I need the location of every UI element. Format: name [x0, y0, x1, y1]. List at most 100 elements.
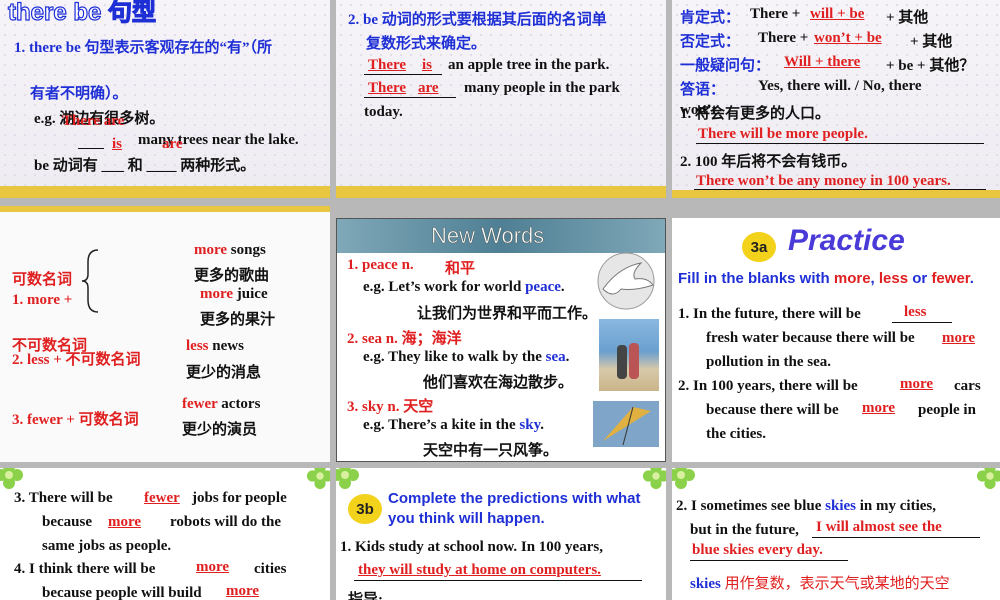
answer-are: are: [418, 80, 439, 96]
less-news-cn: 更少的消息: [186, 365, 262, 381]
slide-bottom-band: [672, 190, 1000, 198]
item-3-c: because: [42, 514, 92, 530]
section-badge: 3b: [348, 494, 382, 524]
example-2: e.g. They like to walk by the sea.: [363, 349, 570, 365]
slide-be-forms: 2. be 动词的形式要根据其后面的名词单 复数形式来确定。 There is …: [336, 0, 666, 198]
question-end: + be + 其他？: [886, 58, 975, 74]
flower-icon: [642, 468, 666, 490]
answer-more: more: [900, 376, 934, 392]
hint-label: 指导:: [348, 592, 383, 600]
more-label: 1. more +: [12, 292, 73, 308]
answer-2: I will almost see the: [816, 519, 942, 535]
reply-text: Yes, there will. / No, there: [758, 78, 922, 94]
answer-more: more: [226, 583, 260, 599]
negative-label: 否定式：: [680, 34, 741, 50]
answer-more: more: [196, 559, 230, 575]
answer-1: There will be more people.: [698, 126, 868, 142]
instruction: Fill in the blanks with more, less or fe…: [678, 270, 974, 287]
brace-icon: [81, 249, 99, 313]
example-3: e.g. There’s a kite in the sky.: [363, 417, 544, 433]
word-1-cn: 和平: [445, 261, 476, 277]
answer-line: [690, 560, 848, 561]
blank-line: [364, 97, 456, 98]
less-label: 2. less + 不可数名词: [12, 352, 141, 368]
rule-text-2: 有者不明确）。: [30, 86, 128, 102]
answer-more: more: [942, 330, 976, 346]
slide-practice-cont: 3. There will be fewer jobs for people b…: [0, 468, 330, 600]
question-2-b: but in the future,: [690, 522, 799, 538]
countable-label: 可数名词: [12, 272, 73, 288]
answer-will-be: will + be: [810, 6, 865, 22]
section-badge: 3a: [742, 232, 776, 262]
answer-2: There won’t be any money in 100 years.: [696, 173, 951, 189]
flower-icon: [0, 468, 23, 489]
answer-line: [696, 143, 984, 144]
answer-1: they will study at home on computers.: [358, 562, 601, 578]
slide-bottom-band: [336, 186, 666, 198]
item-2-a: 2. In 100 years, there will be: [678, 378, 858, 394]
answer-line: [354, 580, 642, 581]
item-1-b: fresh water because there will be: [706, 330, 915, 346]
flower-icon: [306, 468, 330, 490]
fewer-actors-cn: 更少的演员: [182, 422, 258, 438]
example-2-cn: 他们喜欢在海边散步。: [423, 375, 574, 391]
question-1: 1. 将会有更多的人口。: [680, 106, 831, 122]
instruction-2: you think will happen.: [388, 510, 545, 527]
fewer-actors: fewer actors: [182, 396, 261, 412]
slide-bottom-band: [0, 186, 330, 198]
item-4-a: 4. I think there will be: [14, 561, 156, 577]
question-label: 一般疑问句：: [680, 58, 771, 74]
answer-are: are: [162, 136, 183, 152]
item-2-b2: people in: [918, 402, 976, 418]
flower-icon: [976, 468, 1000, 490]
slide-there-be: there be 句型 1. there be 句型表示客观存在的“有”（所 有…: [0, 0, 330, 198]
item-3-d: robots will do the: [170, 514, 281, 530]
question-1: 1. Kids study at school now. In 100 year…: [340, 539, 603, 555]
more-songs: more songs: [194, 242, 266, 258]
negative-text: There +: [758, 30, 809, 46]
flower-icon: [672, 468, 695, 489]
be-forms-text: be 动词有 ___ 和 ____ 两种形式。: [34, 158, 256, 174]
item-3-e: same jobs as people.: [42, 538, 172, 554]
answer-is: is: [422, 57, 433, 73]
less-news: less news: [186, 338, 244, 354]
fewer-label: 3. fewer + 可数名词: [12, 412, 139, 428]
question-2: 2. I sometimes see blue skies in my citi…: [676, 498, 936, 514]
more-juice: more juice: [200, 286, 268, 302]
answer-more: more: [862, 400, 896, 416]
reply-label: 答语：: [680, 82, 726, 98]
word-2: 2. sea n. 海；海洋: [347, 331, 462, 347]
dove-image: [597, 252, 655, 310]
item-1-c: pollution in the sea.: [706, 354, 832, 370]
instruction: Complete the predictions with what: [388, 490, 641, 507]
answer-line: [812, 537, 980, 538]
slide-practice-3b: 3b Complete the predictions with what yo…: [336, 468, 666, 600]
answer-is: is: [112, 136, 123, 152]
slide-header: New Words: [431, 223, 545, 249]
slide-practice-3a: 3a Practice Fill in the blanks with more…: [672, 218, 1000, 462]
answer-fewer: fewer: [144, 490, 180, 506]
item-1-a: 1. In the future, there will be: [678, 306, 861, 322]
answer-there: There: [368, 57, 407, 73]
item-2-a2: cars: [954, 378, 981, 394]
sentence-2: many people in the park: [464, 80, 620, 96]
rule-text-2: 复数形式来确定。: [366, 36, 487, 52]
slide-more-less-fewer: 可数名词 1. more + more songs 更多的歌曲 more jui…: [0, 206, 330, 462]
example-3-cn: 天空中有一只风筝。: [423, 443, 559, 459]
slide-new-words: New Words 1. peace n. 和平 e.g. Let’s work…: [336, 218, 666, 462]
affirmative-end: + 其他: [886, 10, 929, 26]
note: skies 用作复数，表示天气或某地的天空: [690, 576, 950, 592]
affirmative-text: There +: [750, 6, 801, 22]
item-3-b: jobs for people: [192, 490, 287, 506]
question-2: 2. 100 年后将不会有钱币。: [680, 154, 857, 170]
item-2-c: the cities.: [706, 426, 766, 442]
kite-photo: [593, 401, 659, 447]
blank-line: [78, 148, 104, 149]
rule-text: 1. there be 句型表示客观存在的“有”（所: [14, 40, 273, 56]
slide-practice-3b-cont: 2. I sometimes see blue skies in my citi…: [672, 468, 1000, 600]
rule-text: 2. be 动词的形式要根据其后面的名词单: [348, 12, 607, 28]
sentence-1: an apple tree in the park.: [448, 57, 610, 73]
sentence-2b: today.: [364, 104, 403, 120]
negative-end: + 其他: [910, 34, 953, 50]
affirmative-label: 肯定式：: [680, 10, 741, 26]
